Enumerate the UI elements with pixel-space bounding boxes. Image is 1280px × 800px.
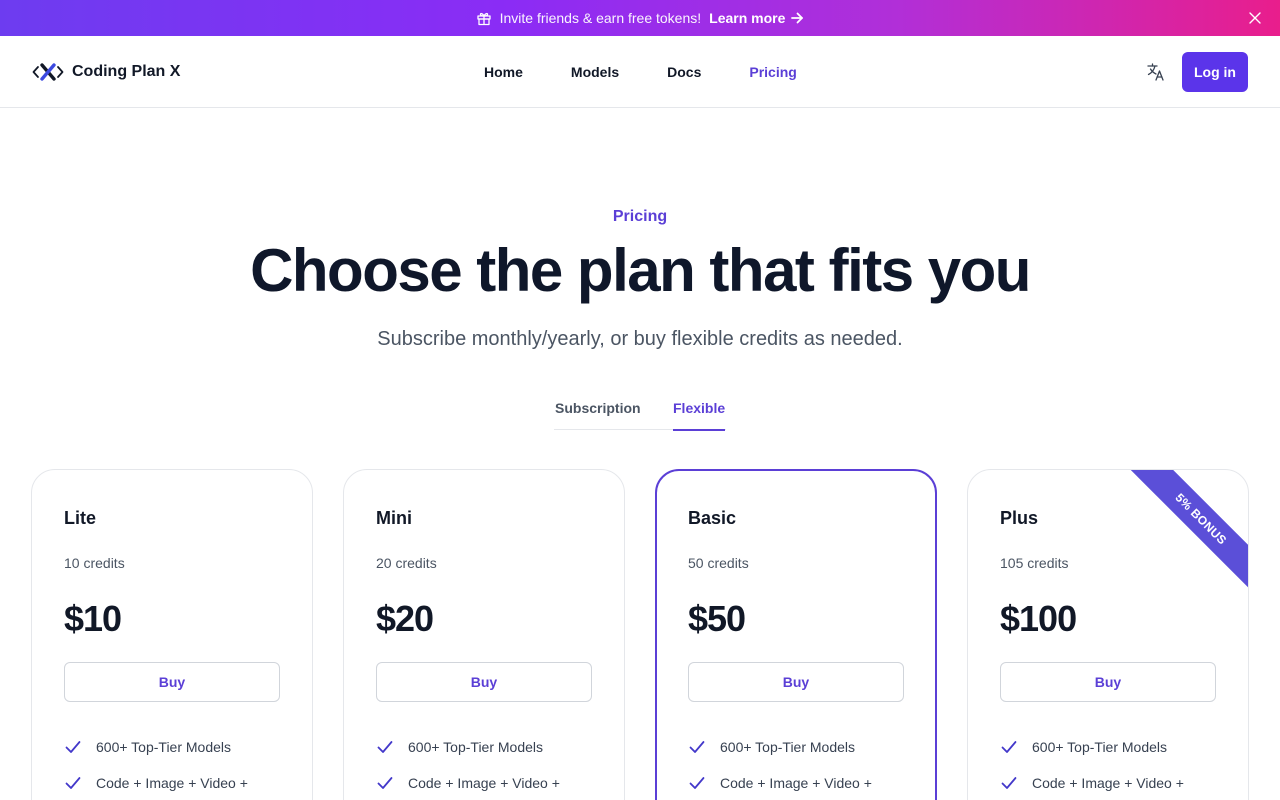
plan-name: Mini xyxy=(376,508,412,528)
feature-label: Code + Image + Video + xyxy=(96,775,248,791)
tab-subscription[interactable]: Subscription xyxy=(555,400,641,416)
feature-label: Code + Image + Video + xyxy=(408,775,560,791)
plan-card-basic: Basic 50 credits $50 Buy 600+ Top-Tier M… xyxy=(655,469,937,800)
plan-credits: 50 credits xyxy=(688,555,749,571)
feature-label: 600+ Top-Tier Models xyxy=(96,739,232,755)
list-item: Code + Image + Video + xyxy=(64,772,248,794)
list-item: Code + Image + Video + xyxy=(688,772,872,794)
learn-more-label: Learn more xyxy=(709,10,786,26)
feature-label: 600+ Top-Tier Models xyxy=(720,739,856,755)
nav-item-pricing[interactable]: Pricing xyxy=(749,64,796,80)
check-icon xyxy=(376,774,394,792)
feature-list: 600+ Top-Tier Models Code + Image + Vide… xyxy=(688,736,872,800)
plan-price: $50 xyxy=(688,598,746,639)
main-nav: Home Models Docs Pricing xyxy=(484,64,797,80)
announcement-banner: Invite friends & earn free tokens! Learn… xyxy=(0,0,1280,36)
feature-list: 600+ Top-Tier Models Code + Image + Vide… xyxy=(64,736,248,800)
nav-item-docs[interactable]: Docs xyxy=(667,64,701,80)
list-item: Code + Image + Video + xyxy=(376,772,560,794)
translate-icon xyxy=(1147,63,1164,81)
check-icon xyxy=(376,738,394,756)
close-banner-button[interactable] xyxy=(1248,11,1262,25)
learn-more-link[interactable]: Learn more xyxy=(709,10,804,26)
bonus-ribbon: 5% BONUS xyxy=(1128,470,1248,590)
list-item: 600+ Top-Tier Models xyxy=(688,736,872,758)
plan-credits: 10 credits xyxy=(64,555,125,571)
plan-name: Lite xyxy=(64,508,97,528)
plan-price: $20 xyxy=(376,598,434,639)
check-icon xyxy=(1000,774,1018,792)
bonus-ribbon-label: 5% BONUS xyxy=(1130,470,1248,590)
plan-card-lite: Lite 10 credits $10 Buy 600+ Top-Tier Mo… xyxy=(31,469,313,800)
feature-list: 600+ Top-Tier Models Code + Image + Vide… xyxy=(1000,736,1184,800)
tab-flexible[interactable]: Flexible xyxy=(673,400,726,431)
check-icon xyxy=(64,774,82,792)
list-item: 600+ Top-Tier Models xyxy=(376,736,560,758)
section-eyebrow: Pricing xyxy=(612,208,668,225)
arrow-right-icon xyxy=(791,12,804,24)
check-icon xyxy=(688,774,706,792)
close-icon xyxy=(1249,12,1261,24)
check-icon xyxy=(688,738,706,756)
buy-button-basic[interactable]: Buy xyxy=(688,662,904,702)
check-icon xyxy=(64,738,82,756)
plan-name: Plus xyxy=(1000,508,1039,528)
feature-label: 600+ Top-Tier Models xyxy=(1032,739,1168,755)
login-button[interactable]: Log in xyxy=(1182,52,1248,92)
plan-card-plus: 5% BONUS Plus 105 credits $100 Buy 600+ … xyxy=(967,469,1249,800)
brand-name: Coding Plan X xyxy=(72,63,181,80)
plan-name: Basic xyxy=(688,508,737,528)
plan-price: $10 xyxy=(64,598,122,639)
page-subtitle: Subscribe monthly/yearly, or buy flexibl… xyxy=(377,328,903,350)
buy-button-mini[interactable]: Buy xyxy=(376,662,592,702)
buy-button-lite[interactable]: Buy xyxy=(64,662,280,702)
site-header: Coding Plan X Home Models Docs Pricing L… xyxy=(0,36,1280,108)
nav-item-home[interactable]: Home xyxy=(484,64,523,80)
gift-icon xyxy=(476,10,492,26)
list-item: 600+ Top-Tier Models xyxy=(1000,736,1184,758)
brand-logo-link[interactable]: Coding Plan X xyxy=(32,60,180,84)
page-title: Choose the plan that fits you xyxy=(250,237,1031,304)
language-button[interactable] xyxy=(1146,62,1166,82)
feature-label: Code + Image + Video + xyxy=(720,775,872,791)
buy-button-plus[interactable]: Buy xyxy=(1000,662,1216,702)
plan-price: $100 xyxy=(1000,598,1077,639)
feature-label: Code + Image + Video + xyxy=(1032,775,1184,791)
billing-tabs: Subscription Flexible xyxy=(554,396,726,431)
nav-item-models[interactable]: Models xyxy=(571,64,619,80)
check-icon xyxy=(1000,738,1018,756)
brand-logo-icon xyxy=(32,60,64,84)
feature-list: 600+ Top-Tier Models Code + Image + Vide… xyxy=(376,736,560,800)
plan-card-mini: Mini 20 credits $20 Buy 600+ Top-Tier Mo… xyxy=(343,469,625,800)
list-item: 600+ Top-Tier Models xyxy=(64,736,248,758)
plan-credits: 105 credits xyxy=(1000,555,1069,571)
plan-credits: 20 credits xyxy=(376,555,437,571)
banner-message: Invite friends & earn free tokens! xyxy=(499,10,702,26)
feature-label: 600+ Top-Tier Models xyxy=(408,739,544,755)
list-item: Code + Image + Video + xyxy=(1000,772,1184,794)
